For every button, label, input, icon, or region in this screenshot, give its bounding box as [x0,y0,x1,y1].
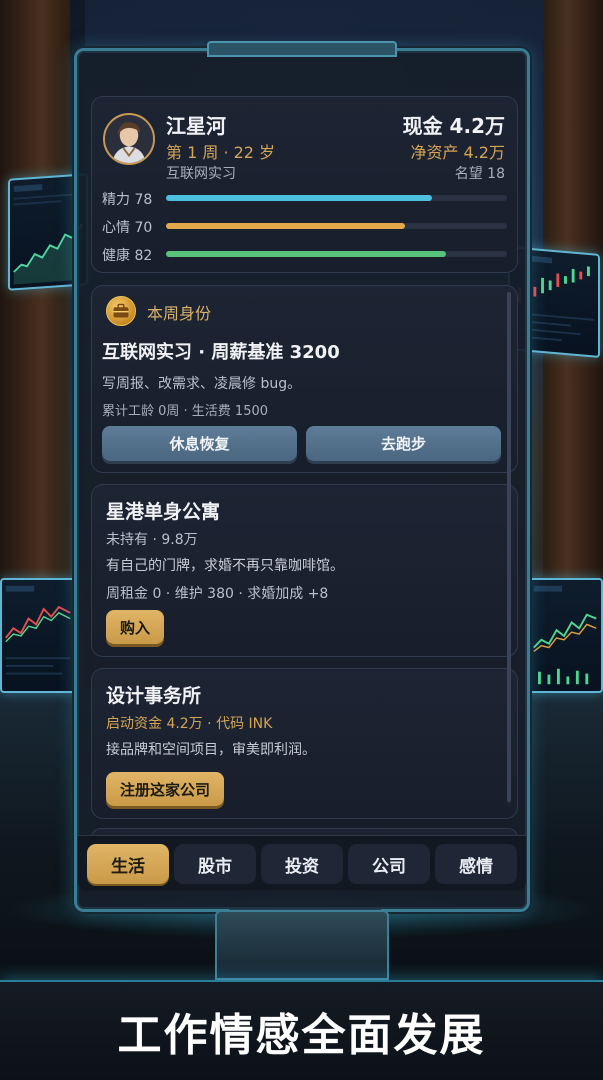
floating-chart-monitor-mid-right [528,578,603,693]
cash-amount: 现金 4.2万 [402,114,505,138]
tab-stock-market[interactable]: 股市 [174,844,256,884]
promo-banner-text: 工作情感全面发展 [117,1010,486,1061]
apartment-status: 未持有 · 9.8万 [106,532,198,548]
bottom-tab-bar: 生活 股市 投资 公司 感情 [78,835,526,890]
health-label: 健康 82 [102,248,153,264]
health-bar-fill [166,251,446,257]
rest-recover-button[interactable]: 休息恢复 [102,426,297,461]
apartment-card: 星港单身公寓 未持有 · 9.8万 有自己的门牌，求婚不再只靠咖啡馆。 周租金 … [91,484,518,657]
apartment-description: 有自己的门牌，求婚不再只靠咖啡馆。 [106,558,344,574]
tab-invest[interactable]: 投资 [261,844,343,884]
design-firm-card: 设计事务所 启动资金 4.2万 · 代码 INK 接品牌和空间项目，审美即利润。… [91,668,518,819]
mood-stat: 心情 70 [102,217,507,236]
apartment-meta: 周租金 0 · 维护 380 · 求婚加成 +8 [106,586,329,602]
energy-label: 精力 78 [102,192,153,208]
mood-bar-fill [166,223,405,229]
net-worth: 净资产 4.2万 [410,143,505,162]
briefcase-icon [106,296,136,326]
avatar[interactable] [103,113,155,165]
health-bar-track [166,251,507,257]
buy-button[interactable]: 购入 [106,610,165,644]
firm-title: 设计事务所 [106,685,202,707]
weekly-identity-card: 本周身份 互联网实习 · 周薪基准 3200 写周报、改需求、凌晨修 bug。 … [91,285,518,473]
scrollbar-thumb[interactable] [507,292,511,802]
energy-stat: 精力 78 [102,189,507,208]
week-and-age: 第 1 周 · 22 岁 [166,143,276,162]
identity-headline: 互联网实习 · 周薪基准 3200 [102,342,340,363]
firm-capital: 启动资金 4.2万 · 代码 INK [106,716,273,732]
identity-section-title: 本周身份 [147,304,212,323]
health-stat: 健康 82 [102,245,507,264]
identity-meta: 累计工龄 0周 · 生活费 1500 [102,404,269,419]
register-company-button[interactable]: 注册这家公司 [106,772,225,806]
frame-stand [215,910,389,980]
player-name: 江星河 [166,114,226,138]
apartment-title: 星港单身公寓 [106,501,221,523]
current-job: 互联网实习 [166,166,236,182]
mood-bar-track [166,223,507,229]
identity-description: 写周报、改需求、凌晨修 bug。 [102,376,302,392]
tab-life[interactable]: 生活 [87,844,169,884]
reputation: 名望 18 [454,166,505,182]
tab-relationship[interactable]: 感情 [435,844,517,884]
mood-label: 心情 70 [102,220,153,236]
floating-chart-monitor-mid-left [0,578,76,693]
go-running-button[interactable]: 去跑步 [306,426,501,461]
frame-top-cap [207,41,397,57]
firm-description: 接品牌和空间项目，审美即利润。 [106,742,316,758]
scrollbar[interactable] [507,292,511,804]
tab-company[interactable]: 公司 [348,844,430,884]
energy-bar-track [166,195,507,201]
energy-bar-fill [166,195,432,201]
promo-banner: 工作情感全面发展 [0,980,603,1080]
profile-card: 江星河 第 1 周 · 22 岁 互联网实习 现金 4.2万 净资产 4.2万 … [91,96,518,273]
